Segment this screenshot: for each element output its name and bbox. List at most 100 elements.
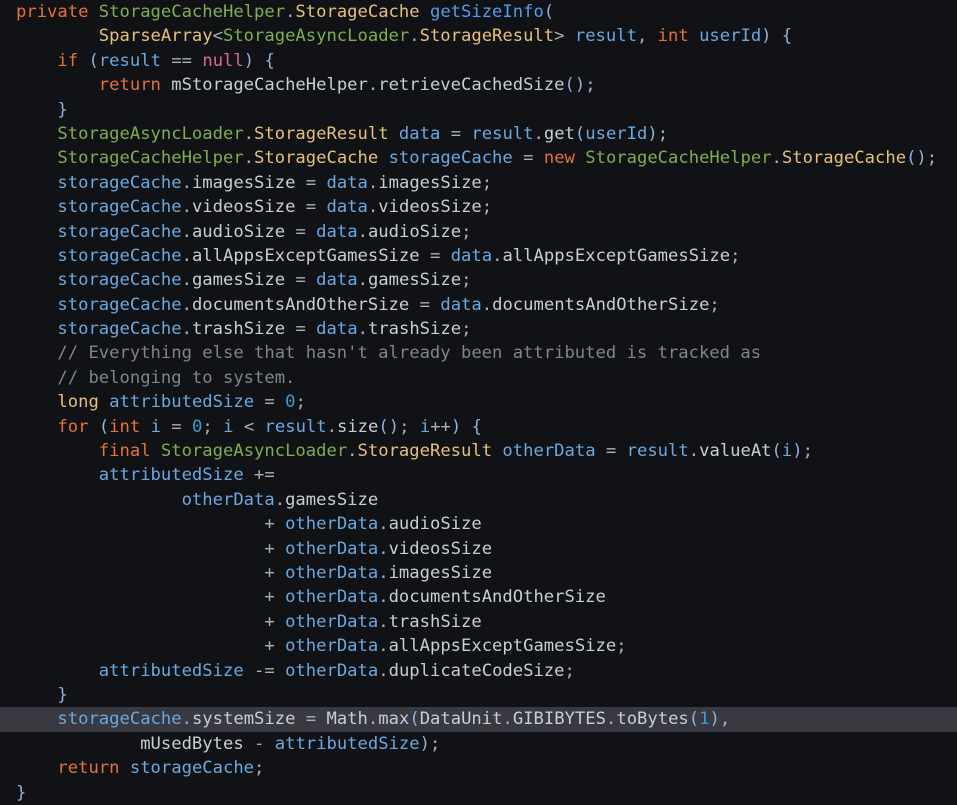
code-token: . — [771, 148, 782, 169]
code-token: return — [98, 75, 161, 96]
code-token: ; — [730, 245, 741, 266]
code-line[interactable]: SparseArray<StorageAsyncLoader.StorageRe… — [0, 24, 957, 48]
code-token: . — [605, 709, 617, 730]
code-token: StorageAsyncLoader — [160, 441, 348, 462]
code-token: otherData — [285, 660, 379, 681]
code-line[interactable]: final StorageAsyncLoader.StorageResult o… — [0, 439, 957, 463]
code-line[interactable]: } — [0, 98, 957, 122]
code-token: = — [605, 441, 617, 462]
code-line[interactable]: + otherData.documentsAndOtherSize — [0, 585, 957, 609]
code-line[interactable]: + otherData.videosSize — [0, 537, 957, 561]
code-token: ; — [709, 294, 720, 315]
code-token: == — [171, 50, 192, 71]
code-token: attributedSize — [274, 733, 420, 754]
code-token: . — [357, 270, 368, 291]
code-token: data — [398, 123, 441, 144]
code-token: storageCache — [57, 221, 182, 242]
code-line[interactable]: storageCache.allAppsExceptGamesSize = da… — [0, 244, 957, 268]
code-token: . — [274, 489, 286, 510]
code-editor-viewport[interactable]: private StorageCacheHelper.StorageCache … — [0, 0, 957, 803]
code-line[interactable]: + otherData.audioSize — [0, 512, 957, 536]
code-token: . — [285, 2, 296, 22]
code-token: StorageResult — [419, 26, 555, 47]
code-token: retrieveCachedSize — [378, 75, 565, 96]
code-token: max — [378, 709, 410, 730]
code-line[interactable]: for (int i = 0; i < result.size(); i++) … — [0, 415, 957, 439]
code-token: mStorageCacheHelper — [171, 75, 368, 96]
code-token: null — [202, 50, 244, 71]
code-token: . — [367, 172, 379, 193]
code-line[interactable]: storageCache.documentsAndOtherSize = dat… — [0, 293, 957, 317]
code-token: gamesSize — [285, 489, 379, 510]
code-token: . — [181, 270, 192, 291]
code-line[interactable]: storageCache.audioSize = data.audioSize; — [0, 220, 957, 244]
code-token: storageCache — [57, 197, 182, 218]
code-line[interactable]: otherData.gamesSize — [0, 488, 957, 512]
code-line[interactable]: + otherData.allAppsExceptGamesSize; — [0, 634, 957, 658]
code-line[interactable]: return mStorageCacheHelper.retrieveCache… — [0, 73, 957, 97]
code-line[interactable]: long attributedSize = 0; — [0, 390, 957, 414]
code-line[interactable]: // belonging to system. — [0, 366, 957, 390]
code-token: get — [543, 123, 575, 144]
code-line[interactable]: storageCache.gamesSize = data.gamesSize; — [0, 268, 957, 292]
code-token: ) — [647, 123, 658, 144]
code-token: trashSize — [367, 319, 462, 340]
code-line[interactable]: if (result == null) { — [0, 49, 957, 73]
code-token: = — [305, 197, 317, 218]
code-token: gamesSize — [191, 270, 286, 291]
code-token: } — [16, 782, 27, 803]
code-token: systemSize — [191, 709, 296, 730]
code-line[interactable]: attributedSize -= otherData.duplicateCod… — [0, 659, 957, 683]
code-line[interactable]: storageCache.imagesSize = data.imagesSiz… — [0, 171, 957, 195]
code-token: 0 — [192, 416, 203, 437]
code-line[interactable]: storageCache.videosSize = data.videosSiz… — [0, 195, 957, 219]
code-line[interactable]: StorageCacheHelper.StorageCache storageC… — [0, 146, 957, 170]
code-line[interactable]: } — [0, 781, 957, 805]
code-line-current[interactable]: storageCache.systemSize = Math.max(DataU… — [0, 707, 957, 732]
code-token: return — [57, 758, 120, 779]
code-line[interactable]: } — [0, 683, 957, 707]
code-token: userId — [699, 26, 762, 47]
code-line[interactable]: StorageAsyncLoader.StorageResult data = … — [0, 122, 957, 146]
code-token: ; — [295, 392, 306, 413]
code-token: Math — [326, 709, 368, 730]
code-token: = — [419, 294, 430, 315]
code-token: = — [523, 148, 534, 169]
code-line[interactable]: // Everything else that hasn't already b… — [0, 341, 957, 365]
code-token: data — [316, 270, 358, 291]
code-token: = — [429, 245, 441, 266]
code-line[interactable]: return storageCache; — [0, 756, 957, 780]
code-line[interactable]: storageCache.trashSize = data.trashSize; — [0, 317, 957, 341]
code-line[interactable]: attributedSize += — [0, 463, 957, 487]
code-token: imagesSize — [378, 172, 482, 193]
code-lines-container[interactable]: private StorageCacheHelper.StorageCache … — [0, 0, 957, 805]
code-token: . — [378, 611, 389, 632]
code-token: videosSize — [388, 538, 493, 559]
code-token: ; — [616, 636, 627, 657]
code-line[interactable]: private StorageCacheHelper.StorageCache … — [0, 0, 957, 24]
code-line[interactable]: + otherData.imagesSize — [0, 561, 957, 585]
code-line[interactable]: + otherData.trashSize — [0, 610, 957, 634]
code-line[interactable]: mUsedBytes - attributedSize); — [0, 732, 957, 756]
